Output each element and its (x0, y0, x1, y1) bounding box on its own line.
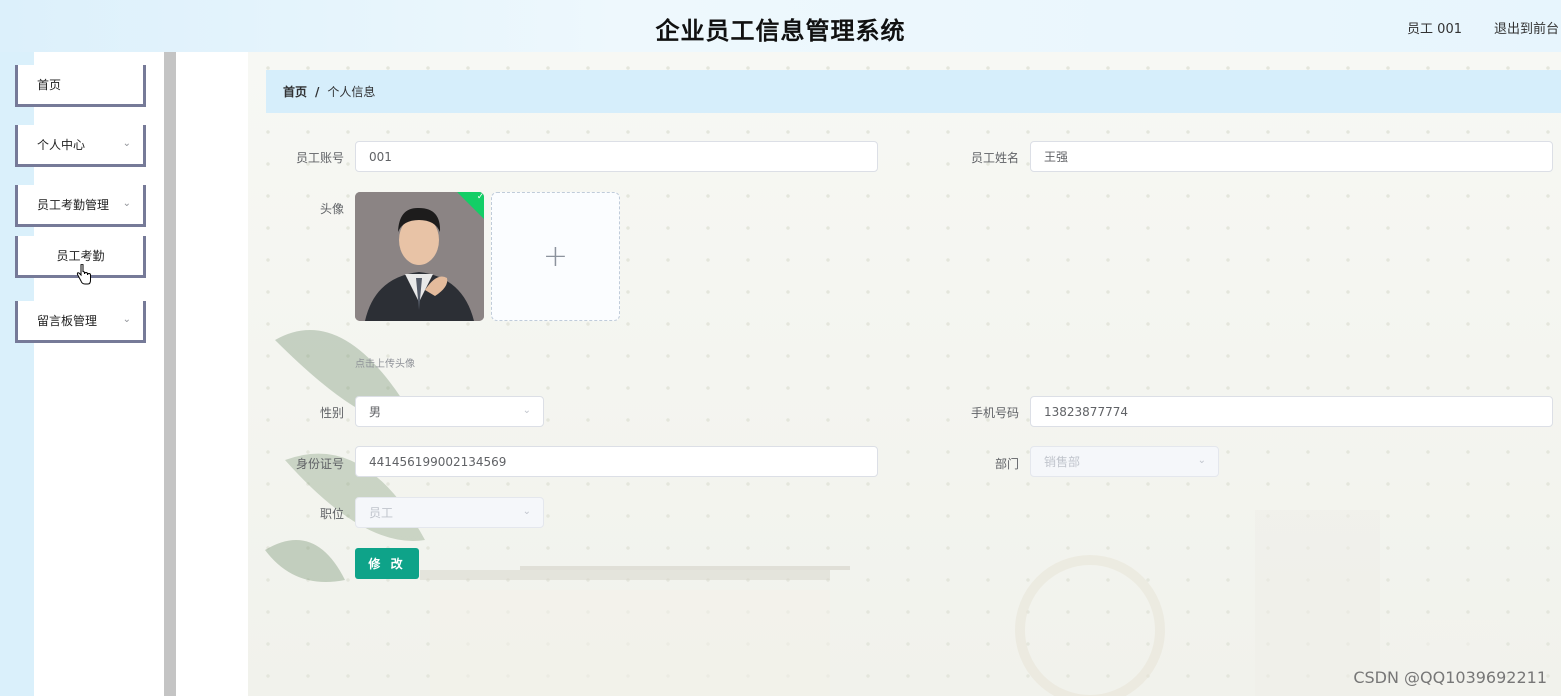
breadcrumb: 首页 / 个人信息 (266, 70, 1561, 113)
sidebar-item-personal-center[interactable]: 个人中心 ⌄ (15, 125, 146, 167)
upload-tip: 点击上传头像 (355, 359, 415, 370)
sidebar-item-home[interactable]: 首页 (15, 65, 146, 107)
gender-select[interactable]: 男 ⌄ (355, 396, 544, 427)
department-select[interactable]: 销售部 ⌄ (1030, 446, 1219, 477)
avatar-upload-button[interactable]: + (491, 192, 620, 321)
account-field[interactable]: 001 (355, 141, 878, 172)
gender-label: 性别 (319, 406, 344, 420)
id-card-field[interactable]: 441456199002134569 (355, 446, 878, 477)
breadcrumb-current: 个人信息 (327, 85, 376, 99)
name-field[interactable]: 王强 (1030, 141, 1553, 172)
sidebar-item-label: 个人中心 (37, 138, 86, 152)
sidebar-item-label: 员工考勤管理 (37, 198, 110, 212)
top-bar: 企业员工信息管理系统 员工 001 退出到前台 (0, 0, 1561, 52)
name-label: 员工姓名 (970, 151, 1019, 165)
sidebar-item-message-board[interactable]: 留言板管理 ⌄ (15, 301, 146, 343)
phone-field[interactable]: 13823877774 (1030, 396, 1553, 427)
department-label: 部门 (994, 457, 1019, 471)
position-label: 职位 (319, 507, 344, 521)
check-icon: ✓ (476, 192, 484, 203)
current-user: 员工 001 (1407, 22, 1462, 37)
gender-value: 男 (369, 405, 382, 419)
sidebar-scrollbar[interactable] (164, 52, 176, 696)
name-value: 王强 (1044, 150, 1069, 164)
app-title: 企业员工信息管理系统 (655, 17, 906, 45)
position-value: 员工 (369, 506, 394, 520)
sidebar-gap (176, 52, 248, 696)
sidebar-item-label: 员工考勤 (56, 249, 105, 263)
id-card-label: 身份证号 (295, 457, 344, 471)
breadcrumb-separator: / (315, 84, 320, 99)
chevron-down-icon: ⌄ (522, 506, 531, 517)
department-value: 销售部 (1044, 455, 1081, 469)
background-shapes-decoration (420, 510, 1500, 696)
position-select[interactable]: 员工 ⌄ (355, 497, 544, 528)
chevron-down-icon: ⌄ (1197, 455, 1206, 466)
chevron-down-icon: ⌄ (122, 198, 131, 209)
breadcrumb-home[interactable]: 首页 (283, 83, 307, 100)
chevron-down-icon: ⌄ (122, 314, 131, 325)
phone-value: 13823877774 (1044, 404, 1128, 419)
id-card-value: 441456199002134569 (369, 454, 507, 469)
logout-link[interactable]: 退出到前台 (1494, 18, 1559, 37)
avatar-portrait (355, 192, 484, 321)
account-label: 员工账号 (295, 151, 344, 165)
chevron-down-icon: ⌄ (522, 405, 531, 416)
avatar-label: 头像 (319, 202, 344, 216)
phone-label: 手机号码 (970, 406, 1019, 420)
account-value: 001 (369, 149, 392, 164)
chevron-down-icon: ⌄ (122, 138, 131, 149)
hand-cursor-icon (76, 264, 91, 285)
sidebar-item-label: 留言板管理 (37, 314, 98, 328)
avatar-image[interactable]: ✓ (355, 192, 484, 321)
sidebar-item-label: 首页 (37, 78, 62, 92)
watermark: CSDN @QQ1039692211 (1353, 668, 1547, 687)
update-button[interactable]: 修 改 (355, 548, 419, 579)
sidebar-item-attendance-management[interactable]: 员工考勤管理 ⌄ (15, 185, 146, 227)
plus-icon: + (542, 239, 569, 274)
